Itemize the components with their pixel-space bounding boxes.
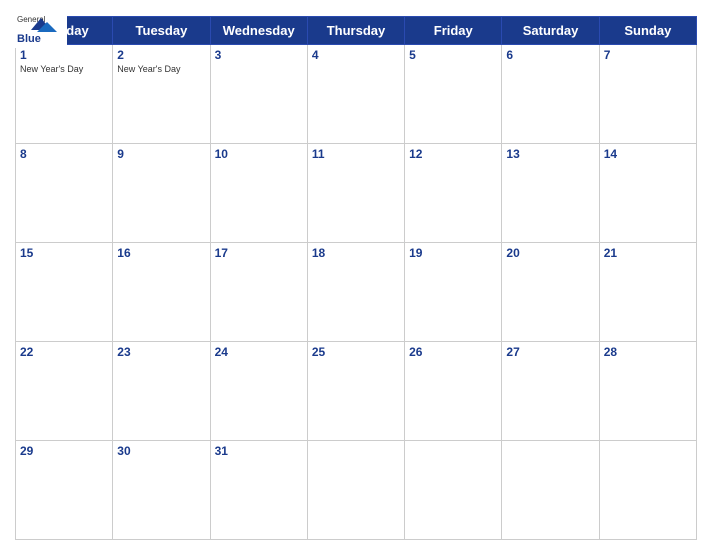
day-number: 23: [117, 345, 205, 359]
day-number: 28: [604, 345, 692, 359]
day-number: 16: [117, 246, 205, 260]
weekday-header-friday: Friday: [405, 17, 502, 45]
svg-text:Blue: Blue: [17, 33, 41, 45]
calendar-week-row: 15 16 17 18 19 20 21: [16, 243, 697, 342]
calendar-week-row: 22 23 24 25 26 27 28: [16, 342, 697, 441]
calendar-cell: 29: [16, 441, 113, 540]
day-number: 13: [506, 147, 594, 161]
weekday-header-thursday: Thursday: [307, 17, 404, 45]
day-number: 20: [506, 246, 594, 260]
calendar-week-row: 29 30 31: [16, 441, 697, 540]
day-number: 3: [215, 48, 303, 62]
calendar-cell: 25: [307, 342, 404, 441]
day-number: 2: [117, 48, 205, 62]
calendar-cell: 21: [599, 243, 696, 342]
weekday-header-sunday: Sunday: [599, 17, 696, 45]
calendar-cell: 20: [502, 243, 599, 342]
weekday-header-saturday: Saturday: [502, 17, 599, 45]
calendar-week-row: 89 10 11 12 13 14: [16, 144, 697, 243]
day-number: 25: [312, 345, 400, 359]
calendar-wrapper: General Blue MondayTuesdayWednesdayThurs…: [0, 0, 712, 550]
calendar-cell: 15: [16, 243, 113, 342]
day-number: 21: [604, 246, 692, 260]
day-number: 19: [409, 246, 497, 260]
calendar-cell: 22: [16, 342, 113, 441]
calendar-cell: [307, 441, 404, 540]
calendar-table: MondayTuesdayWednesdayThursdayFridaySatu…: [15, 16, 697, 540]
day-number: 27: [506, 345, 594, 359]
calendar-cell: [599, 441, 696, 540]
day-number: 10: [215, 147, 303, 161]
day-number: 6: [506, 48, 594, 62]
day-number: 8: [20, 147, 108, 161]
calendar-cell: 5: [405, 45, 502, 144]
weekday-header-tuesday: Tuesday: [113, 17, 210, 45]
day-number: 11: [312, 147, 400, 161]
calendar-cell: 19: [405, 243, 502, 342]
calendar-cell: [405, 441, 502, 540]
calendar-cell: 1 New Year's Day: [16, 45, 113, 144]
day-number: 9: [117, 147, 205, 161]
calendar-cell: 3: [210, 45, 307, 144]
day-number: 18: [312, 246, 400, 260]
day-number: 4: [312, 48, 400, 62]
holiday-label: New Year's Day: [20, 64, 108, 75]
calendar-cell: 28: [599, 342, 696, 441]
day-number: 1: [20, 48, 108, 62]
day-number: 5: [409, 48, 497, 62]
day-number: 29: [20, 444, 108, 458]
logo: General Blue: [15, 10, 67, 48]
calendar-cell: 7: [599, 45, 696, 144]
calendar-cell: 11: [307, 144, 404, 243]
day-number: 15: [20, 246, 108, 260]
calendar-cell: 9: [113, 144, 210, 243]
holiday-label: New Year's Day: [117, 64, 205, 75]
calendar-cell: 31: [210, 441, 307, 540]
weekday-header-wednesday: Wednesday: [210, 17, 307, 45]
calendar-cell: 27: [502, 342, 599, 441]
day-number: 30: [117, 444, 205, 458]
calendar-cell: 4: [307, 45, 404, 144]
day-number: 17: [215, 246, 303, 260]
day-number: 26: [409, 345, 497, 359]
calendar-cell: 6: [502, 45, 599, 144]
day-number: 12: [409, 147, 497, 161]
calendar-cell: 12: [405, 144, 502, 243]
calendar-cell: 13: [502, 144, 599, 243]
calendar-cell: 2 New Year's Day: [113, 45, 210, 144]
calendar-cell: 16: [113, 243, 210, 342]
calendar-cell: 14: [599, 144, 696, 243]
calendar-cell: 18: [307, 243, 404, 342]
calendar-cell: 8: [16, 144, 113, 243]
calendar-cell: 30: [113, 441, 210, 540]
weekday-header-row: MondayTuesdayWednesdayThursdayFridaySatu…: [16, 17, 697, 45]
calendar-cell: 24: [210, 342, 307, 441]
day-number: 31: [215, 444, 303, 458]
day-number: 7: [604, 48, 692, 62]
day-number: 22: [20, 345, 108, 359]
calendar-cell: 10: [210, 144, 307, 243]
day-number: 14: [604, 147, 692, 161]
calendar-cell: 17: [210, 243, 307, 342]
logo-icon: General Blue: [15, 10, 67, 48]
calendar-cell: 23: [113, 342, 210, 441]
calendar-cell: 26: [405, 342, 502, 441]
day-number: 24: [215, 345, 303, 359]
calendar-cell: [502, 441, 599, 540]
calendar-week-row: 1 New Year's Day 2 New Year's Day 34567: [16, 45, 697, 144]
